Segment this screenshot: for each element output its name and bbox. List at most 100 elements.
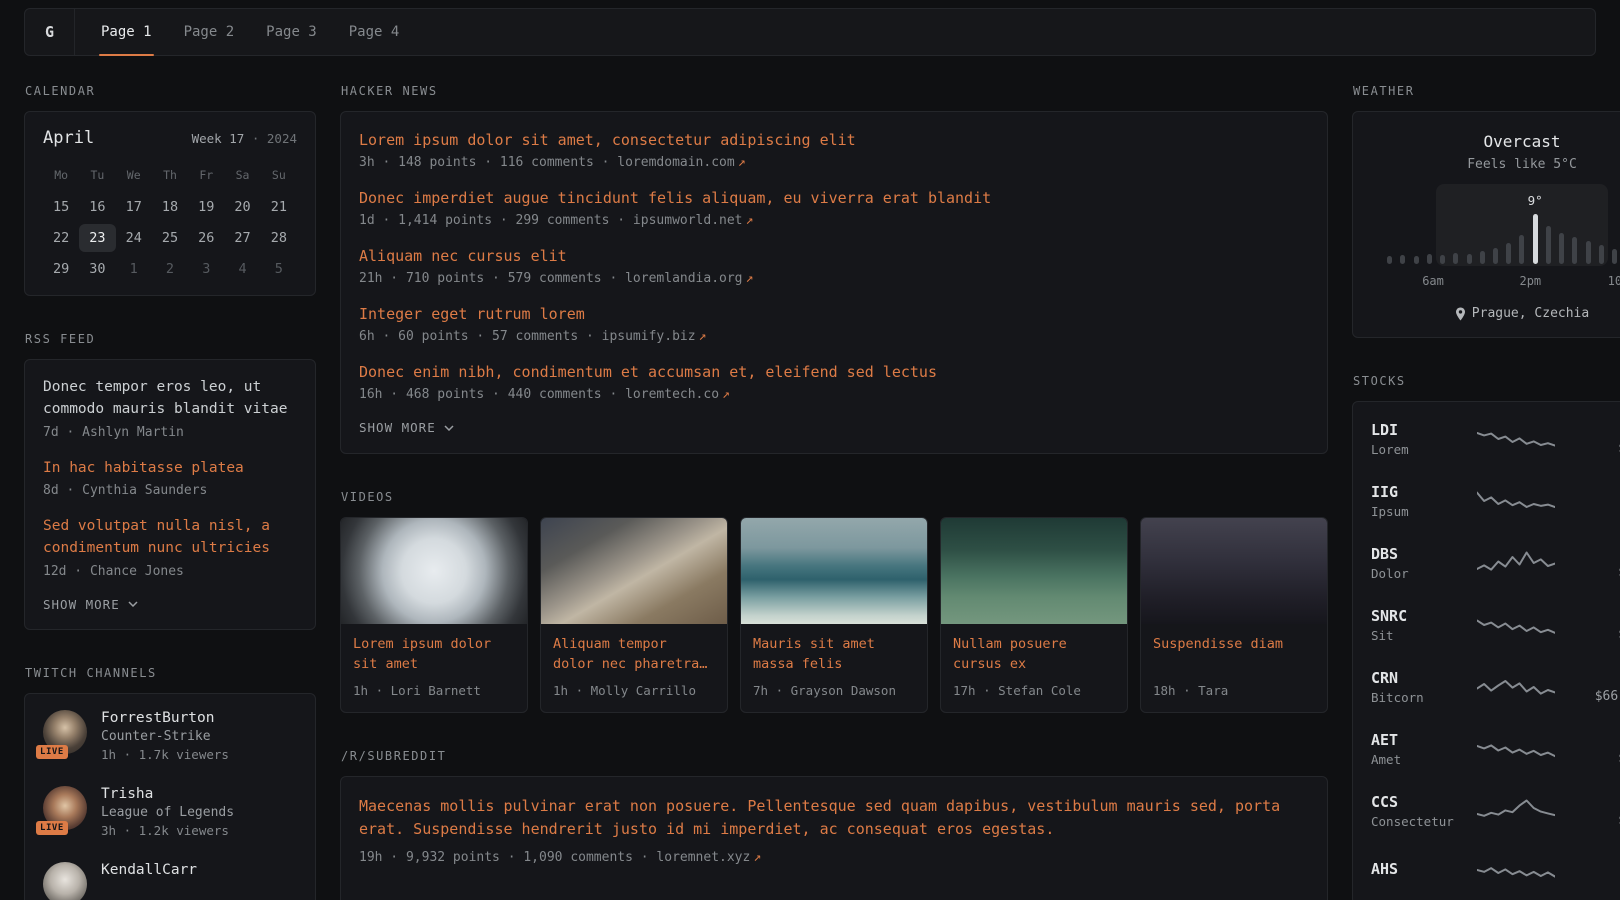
video-thumbnail[interactable] (541, 518, 727, 624)
video-card[interactable]: Aliquam tempor dolor nec pharetra… 1h · … (540, 517, 728, 713)
story-title-link[interactable]: Aliquam nec cursus elit (359, 246, 1309, 267)
story-title-link[interactable]: Lorem ipsum dolor sit amet, consectetur … (359, 130, 1309, 151)
video-title-link[interactable]: Suspendisse diam (1153, 634, 1315, 674)
stock-symbol: SNRC (1371, 607, 1477, 625)
video-thumbnail[interactable] (1141, 518, 1327, 624)
weather-bar (1612, 249, 1617, 264)
tab-page-2[interactable]: Page 2 (182, 9, 237, 55)
weather-location-text: Prague, Czechia (1472, 306, 1589, 321)
rss-item-link[interactable]: Donec tempor eros leo, ut commodo mauris… (43, 377, 297, 421)
calendar-day: 19 (188, 193, 224, 221)
weather-condition: Overcast (1371, 132, 1620, 151)
video-title-link[interactable]: Mauris sit amet massa felis (753, 634, 915, 674)
rss-item-link[interactable]: Sed volutpat nulla nisl, a condimentum n… (43, 516, 297, 560)
live-badge: LIVE (36, 821, 68, 835)
twitch-section-title: TWITCH CHANNELS (25, 666, 316, 680)
video-title-link[interactable]: Aliquam tempor dolor nec pharetra… (553, 634, 715, 674)
twitch-channel-row[interactable]: LIVE Trisha League of Legends 3h · 1.2k … (43, 786, 297, 838)
stock-row[interactable]: AETAmet +0.92%$499.72 (1371, 718, 1620, 780)
dashboard-columns: CALENDAR April Week 17 · 2024 Mo Tu We T… (0, 84, 1620, 900)
stock-name: Ipsum (1371, 504, 1477, 519)
stock-row[interactable]: CRNBitcorn -1.00%$66,171.48 (1371, 656, 1620, 718)
video-card[interactable]: Lorem ipsum dolor sit amet consectetu… 1… (340, 517, 528, 713)
twitch-channel-row[interactable]: LIVE ForrestBurton Counter-Strike 1h · 1… (43, 710, 297, 762)
day-header: Su (261, 162, 297, 190)
stock-row[interactable]: IIGIpsum +2.84%$42.04 (1371, 470, 1620, 532)
video-card[interactable]: Nullam posuere cursus ex 17h · Stefan Co… (940, 517, 1128, 713)
weather-bar (1387, 256, 1392, 264)
stock-symbol: IIG (1371, 483, 1477, 501)
calendar-day-selected: 23 (79, 224, 115, 252)
tab-page-4[interactable]: Page 4 (347, 9, 402, 55)
hn-show-more-button[interactable]: SHOW MORE (359, 420, 454, 435)
external-link-icon[interactable]: ↗ (738, 155, 746, 170)
calendar-day: 27 (224, 224, 260, 252)
weather-bar (1400, 255, 1405, 264)
rss-card: Donec tempor eros leo, ut commodo mauris… (24, 359, 316, 630)
channel-name[interactable]: ForrestBurton (101, 710, 229, 726)
tab-page-1[interactable]: Page 1 (99, 9, 154, 55)
stock-row[interactable]: LDILorem +4.35%$795.18 (1371, 408, 1620, 470)
channel-game[interactable]: League of Legends (101, 805, 234, 820)
video-card[interactable]: Mauris sit amet massa felis 7h · Grayson… (740, 517, 928, 713)
tab-page-3[interactable]: Page 3 (264, 9, 319, 55)
day-header: Th (152, 162, 188, 190)
channel-name[interactable]: Trisha (101, 786, 234, 802)
rss-item-link[interactable]: In hac habitasse platea (43, 458, 297, 480)
hn-story: Donec enim nibh, condimentum et accumsan… (359, 362, 1309, 402)
stock-row[interactable]: AHS +0.46% (1371, 842, 1620, 898)
right-column: WEATHER Overcast Feels like 5°C 9° 6am 2… (1352, 84, 1620, 900)
external-link-icon[interactable]: ↗ (722, 387, 730, 402)
weather-widget: WEATHER Overcast Feels like 5°C 9° 6am 2… (1352, 84, 1620, 338)
stock-identity: AHS (1371, 860, 1477, 881)
reddit-post: Maecenas mollis pulvinar erat non posuer… (359, 795, 1309, 865)
story-meta: 3h · 148 points · 116 comments · loremdo… (359, 155, 1309, 170)
sparkline-path (1477, 801, 1555, 816)
weather-hour-slot (1449, 214, 1462, 264)
calendar-day: 26 (188, 224, 224, 252)
rss-item-meta: 7d · Ashlyn Martin (43, 425, 297, 440)
stock-row[interactable]: SNRCSit +1.36%$148.64 (1371, 594, 1620, 656)
app-logo[interactable]: G (25, 9, 75, 55)
top-nav: G Page 1 Page 2 Page 3 Page 4 (24, 8, 1596, 56)
weather-bar (1519, 235, 1524, 264)
stock-row[interactable]: CCSConsectetur +0.51%$165.84 (1371, 780, 1620, 842)
external-link-icon[interactable]: ↗ (746, 213, 754, 228)
weather-bar (1453, 253, 1458, 264)
story-title-link[interactable]: Integer eget rutrum lorem (359, 304, 1309, 325)
subreddit-widget: /R/SUBREDDIT Maecenas mollis pulvinar er… (340, 749, 1328, 900)
story-meta: 16h · 468 points · 440 comments · loremt… (359, 387, 1309, 402)
calendar-week: Week 17 (192, 131, 245, 146)
video-title-link[interactable]: Nullam posuere cursus ex (953, 634, 1115, 674)
channel-game[interactable]: Counter-Strike (101, 729, 229, 744)
story-title-link[interactable]: Donec imperdiet augue tincidunt felis al… (359, 188, 1309, 209)
stock-sparkline (1477, 486, 1555, 516)
stock-identity: DBSDolor (1371, 545, 1477, 581)
stock-row[interactable]: DBSDolor +1.42%$156.28 (1371, 532, 1620, 594)
video-strip[interactable]: Lorem ipsum dolor sit amet consectetu… 1… (340, 517, 1328, 713)
video-title-link[interactable]: Lorem ipsum dolor sit amet consectetu… (353, 634, 515, 674)
channel-name[interactable]: KendallCarr (101, 862, 197, 878)
rss-show-more-button[interactable]: SHOW MORE (43, 597, 138, 612)
sparkline-path (1477, 493, 1555, 507)
external-link-icon[interactable]: ↗ (753, 850, 761, 865)
post-meta: 19h · 9,932 points · 1,090 comments · lo… (359, 850, 1309, 865)
stock-change: -1.00% (1595, 670, 1620, 686)
story-title-link[interactable]: Donec enim nibh, condimentum et accumsan… (359, 362, 1309, 383)
external-link-icon[interactable]: ↗ (699, 329, 707, 344)
video-thumbnail[interactable] (941, 518, 1127, 624)
weather-bar (1427, 254, 1432, 264)
chevron-down-icon (444, 425, 454, 431)
hn-story: Aliquam nec cursus elit 21h · 710 points… (359, 246, 1309, 286)
video-thumbnail[interactable] (341, 518, 527, 624)
story-meta-text: 16h · 468 points · 440 comments · loremt… (359, 387, 719, 402)
sparkline-path (1477, 553, 1555, 570)
twitch-channel-row[interactable]: KendallCarr (43, 862, 297, 900)
weather-bar (1414, 256, 1419, 264)
weather-hour-slot (1476, 214, 1489, 264)
video-thumbnail[interactable] (741, 518, 927, 624)
external-link-icon[interactable]: ↗ (746, 271, 754, 286)
post-title-link[interactable]: Maecenas mollis pulvinar erat non posuer… (359, 795, 1309, 842)
video-card[interactable]: Suspendisse diam 18h · Tara (1140, 517, 1328, 713)
current-temp-label: 9° (1528, 193, 1543, 208)
